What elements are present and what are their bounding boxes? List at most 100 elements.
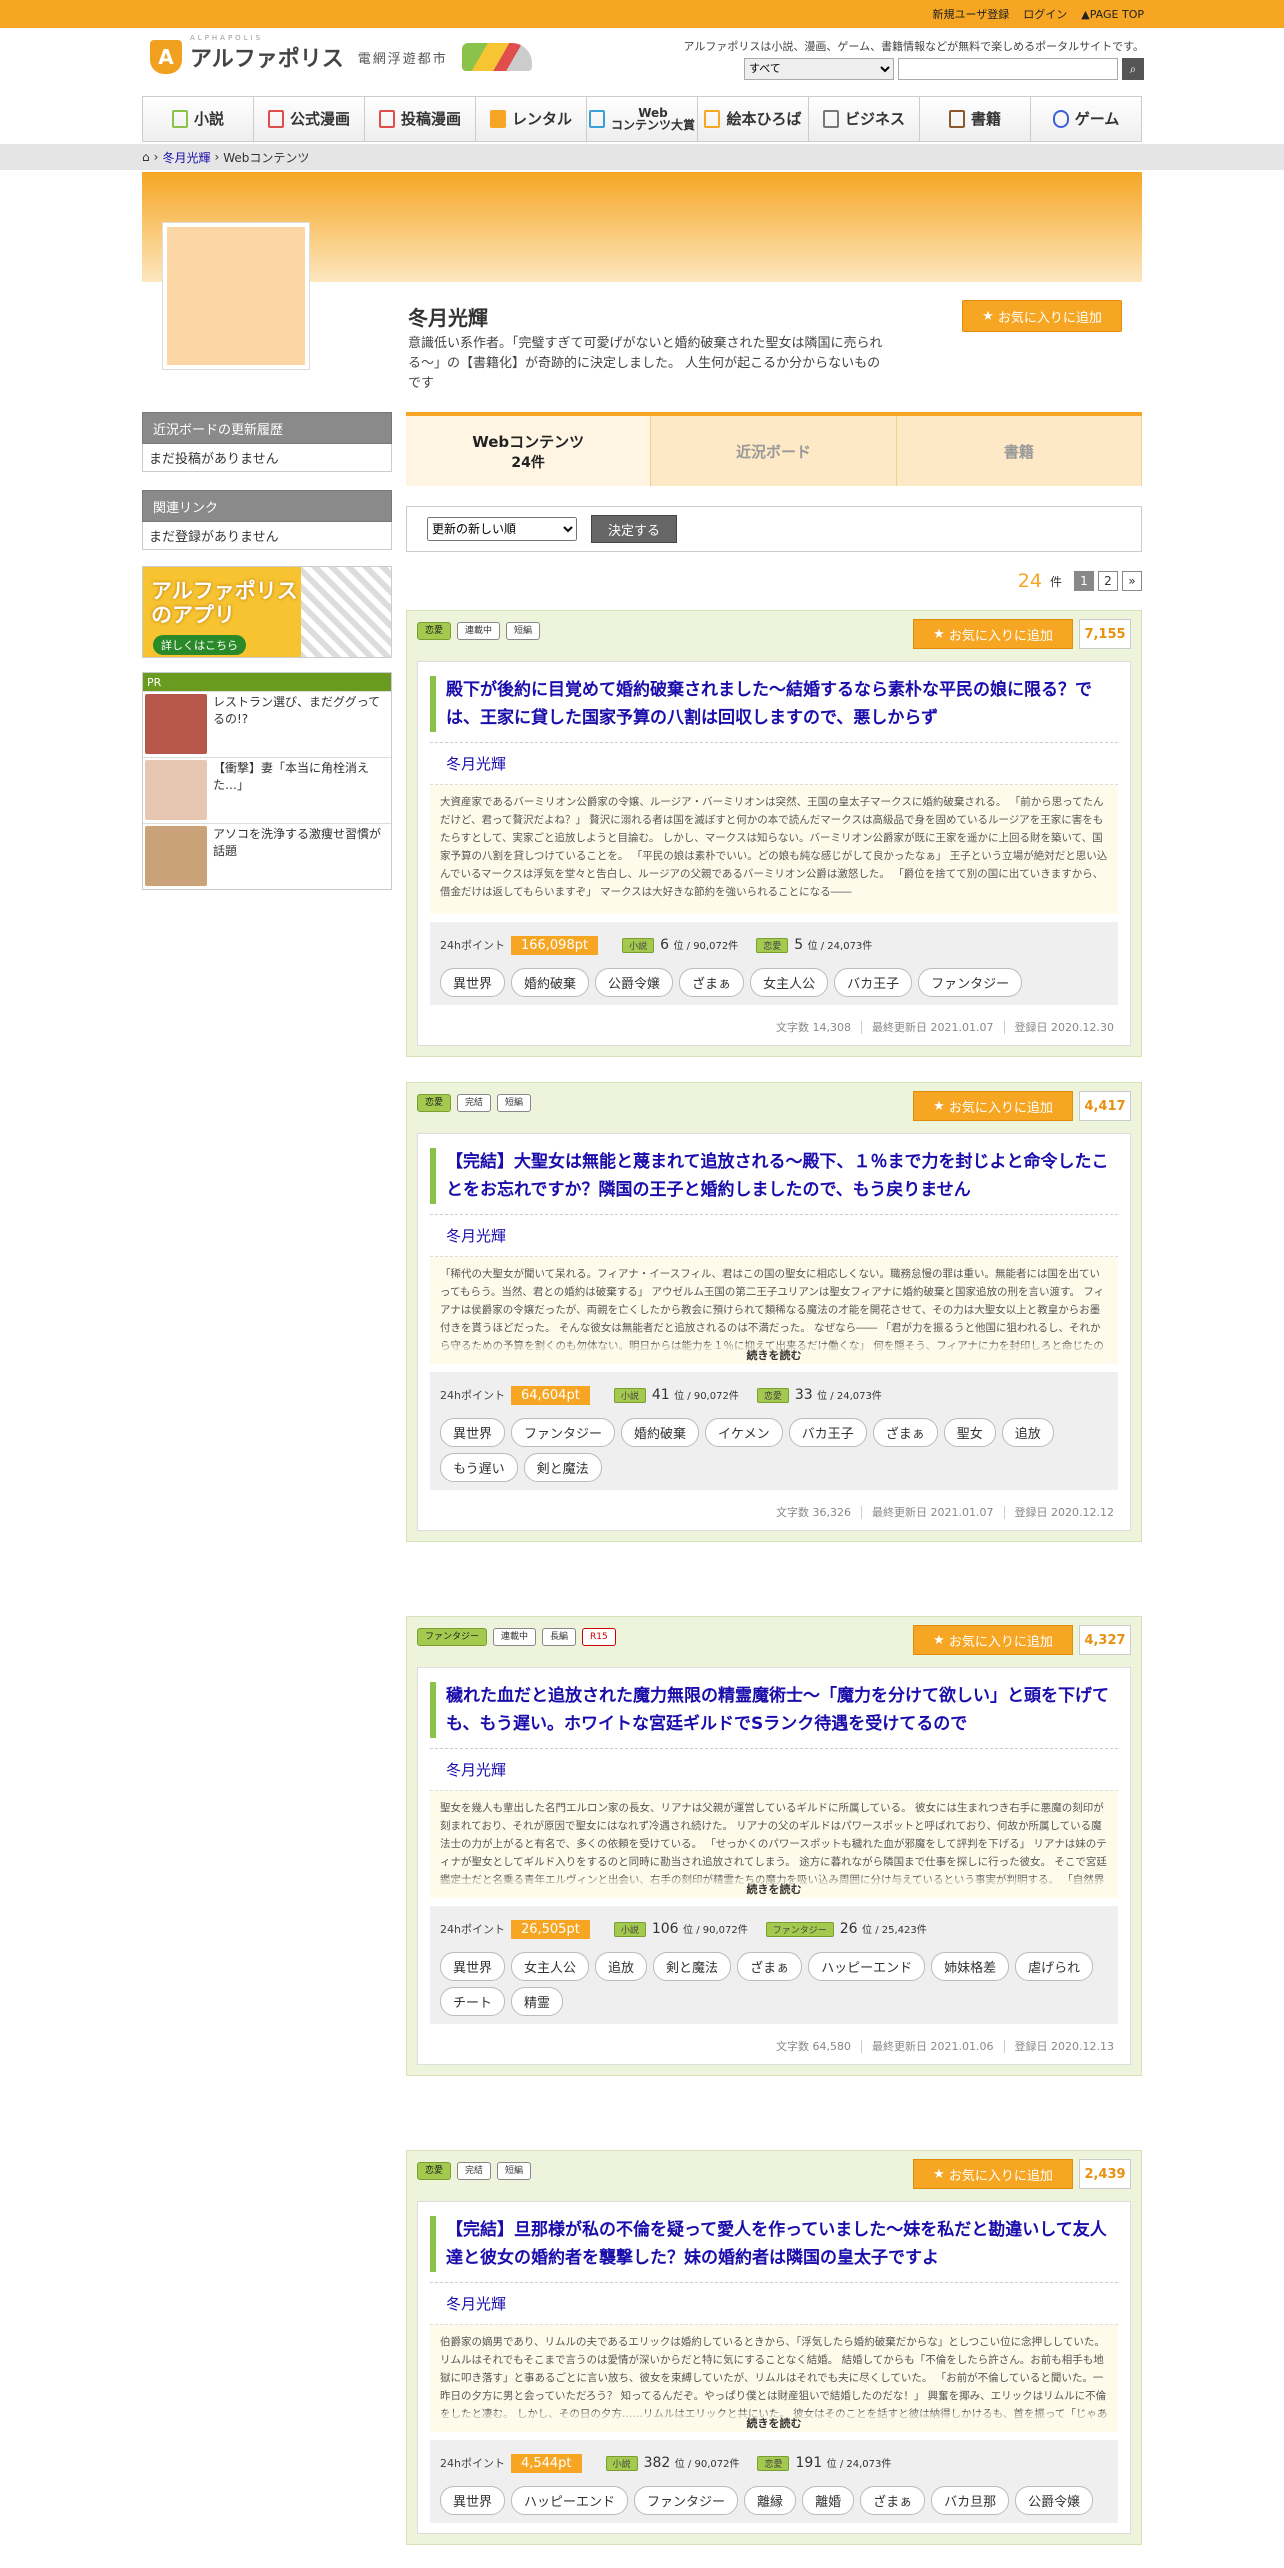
- keyword-tag[interactable]: バカ王子: [788, 1418, 867, 1447]
- keyword-tag[interactable]: 剣と魔法: [653, 1952, 732, 1981]
- work-title-link[interactable]: 殿下が後約に目覚めて婚約破棄されました〜結婚するなら素朴な平民の娘に限る？では、…: [446, 680, 1092, 728]
- work-author-link[interactable]: 冬月光輝: [430, 2282, 1118, 2314]
- pr-item[interactable]: 【衝撃】妻「本当に角栓消えた…」: [143, 757, 391, 823]
- nav-business[interactable]: ビジネス: [809, 97, 920, 141]
- work-title: 【完結】旦那様が私の不倫を疑って愛人を作っていました〜妹を私だと勘違いして友人達…: [430, 2216, 1118, 2272]
- keyword-tag[interactable]: 離婚: [802, 2486, 855, 2515]
- tab-board[interactable]: 近況ボード: [651, 416, 897, 486]
- pr-item[interactable]: アソコを洗浄する激痩せ習慣が話題: [143, 823, 391, 889]
- pr-item[interactable]: レストラン選び、まだググってるの!?: [143, 691, 391, 757]
- app-banner-link: 詳しくはこちら: [153, 635, 246, 655]
- keyword-tag[interactable]: ファンタジー: [634, 2486, 739, 2515]
- read-more-link[interactable]: 続きを読む: [430, 2412, 1118, 2432]
- app-banner-title: アルファポリスのアプリ: [151, 579, 298, 627]
- page-1[interactable]: 1: [1074, 571, 1094, 591]
- work-stats: 24hポイント 4,544pt 小説 382 位 / 90,072件 恋愛 19…: [430, 2440, 1118, 2523]
- work-author-link[interactable]: 冬月光輝: [430, 742, 1118, 774]
- add-favorite-button[interactable]: ★ お気に入りに追加: [913, 2159, 1073, 2189]
- pager: 24 件 1 2 »: [1018, 570, 1142, 592]
- work-author-link[interactable]: 冬月光輝: [430, 1214, 1118, 1246]
- keyword-tag[interactable]: イケメン: [705, 1418, 783, 1447]
- sort-select[interactable]: 更新の新しい順: [427, 517, 577, 541]
- keyword-tag[interactable]: 虐げられ: [1015, 1952, 1094, 1981]
- read-more-link[interactable]: 続きを読む: [430, 1344, 1118, 1364]
- user-name: 冬月光輝: [408, 306, 488, 330]
- add-favorite-button[interactable]: ★ お気に入りに追加: [913, 1091, 1073, 1121]
- keyword-tag[interactable]: 女主人公: [750, 968, 829, 997]
- last-updated: 最終更新日 2021.01.07: [861, 1506, 994, 1519]
- keyword-tag[interactable]: バカ王子: [834, 968, 913, 997]
- keyword-tag[interactable]: ファンタジー: [511, 1418, 616, 1447]
- site-logo[interactable]: A ALPHAPOLIS アルファポリス 電網浮遊都市: [150, 34, 532, 74]
- nav-books[interactable]: 書籍: [920, 97, 1031, 141]
- nav-official-manga[interactable]: 公式漫画: [254, 97, 365, 141]
- keyword-tag[interactable]: 異世界: [440, 1952, 506, 1981]
- nav-web-contents-award[interactable]: Web コンテンツ大賞: [587, 97, 698, 141]
- keyword-tag[interactable]: 異世界: [440, 2486, 506, 2515]
- work-title-link[interactable]: 穢れた血だと追放された魔力無限の精霊魔術士〜「魔力を分けて欲しい」と頭を下げても…: [446, 1686, 1109, 1734]
- page-top-link[interactable]: ▲PAGE TOP: [1081, 8, 1144, 21]
- keyword-tag[interactable]: 追放: [1001, 1418, 1054, 1447]
- add-favorite-button[interactable]: ★ お気に入りに追加: [913, 1625, 1073, 1655]
- keyword-tag[interactable]: 追放: [595, 1952, 648, 1981]
- keyword-list: 異世界 ファンタジー 婚約破棄 イケメン バカ王子 ざまぁ 聖女 追放もう遅い 剣と魔法: [440, 1418, 1108, 1482]
- breadcrumb-user-link[interactable]: 冬月光輝: [162, 149, 210, 166]
- keyword-tag[interactable]: 異世界: [440, 968, 506, 997]
- tab-books[interactable]: 書籍: [896, 416, 1142, 486]
- nav-user-manga[interactable]: 投稿漫画: [365, 97, 476, 141]
- keyword-tag[interactable]: ハッピーエンド: [808, 1952, 926, 1981]
- keyword-tag[interactable]: 離縁: [744, 2486, 797, 2515]
- keyword-tag[interactable]: 精霊: [511, 1987, 564, 2016]
- sidebar-board-title: 近況ボードの更新履歴: [142, 412, 392, 444]
- search-category-select[interactable]: すべて: [744, 58, 894, 80]
- keyword-tag[interactable]: ざまぁ: [737, 1952, 803, 1981]
- search-input[interactable]: [898, 58, 1118, 80]
- next-page[interactable]: »: [1122, 571, 1142, 591]
- tab-web-contents[interactable]: Webコンテンツ 24件: [406, 416, 652, 486]
- nav-picture-book[interactable]: 絵本ひろば: [698, 97, 809, 141]
- keyword-tag[interactable]: もう遅い: [440, 1453, 518, 1482]
- favorite-count: 7,155: [1079, 619, 1131, 649]
- work-summary: 大資産家であるバーミリオン公爵家の令嬢、ルージア・バーミリオンは突然、王国の皇太…: [430, 784, 1118, 914]
- login-link[interactable]: ログイン: [1023, 6, 1067, 22]
- work-title-link[interactable]: 【完結】大聖女は無能と蔑まれて追放される〜殿下、１％まで力を封じよと命令したこと…: [446, 1152, 1109, 1200]
- keyword-tag[interactable]: 女主人公: [511, 1952, 590, 1981]
- keyword-tag[interactable]: 婚約破棄: [511, 968, 590, 997]
- keyword-tag[interactable]: 異世界: [440, 1418, 506, 1447]
- keyword-tag[interactable]: ハッピーエンド: [511, 2486, 629, 2515]
- work-title-link[interactable]: 【完結】旦那様が私の不倫を疑って愛人を作っていました〜妹を私だと勘違いして友人達…: [446, 2220, 1107, 2268]
- sort-submit-button[interactable]: 決定する: [591, 515, 677, 543]
- home-icon[interactable]: ⌂: [142, 150, 150, 164]
- work-stats: 24hポイント 64,604pt 小説 41 位 / 90,072件 恋愛 33…: [430, 1372, 1118, 1490]
- keyword-tag[interactable]: 聖女: [943, 1418, 996, 1447]
- keyword-tag[interactable]: ざまぁ: [872, 1418, 938, 1447]
- work-title: 殿下が後約に目覚めて婚約破棄されました〜結婚するなら素朴な平民の娘に限る？では、…: [430, 676, 1118, 732]
- add-favorite-button[interactable]: ★ お気に入りに追加: [913, 619, 1073, 649]
- work-author-link[interactable]: 冬月光輝: [430, 1748, 1118, 1780]
- registered-date: 登録日 2020.12.30: [1003, 1021, 1114, 1034]
- sidebar-board-empty: まだ投稿がありません: [142, 444, 392, 472]
- app-banner[interactable]: アルファポリスのアプリ 詳しくはこちら: [142, 566, 392, 658]
- keyword-tag[interactable]: 姉妹格差: [931, 1952, 1010, 1981]
- keyword-tag[interactable]: 公爵令嬢: [1015, 2486, 1094, 2515]
- keyword-tag[interactable]: ファンタジー: [918, 968, 1023, 997]
- keyword-tag[interactable]: ざまぁ: [679, 968, 745, 997]
- keyword-tag[interactable]: バカ旦那: [931, 2486, 1010, 2515]
- register-link[interactable]: 新規ユーザ登録: [933, 6, 1010, 22]
- nav-game[interactable]: ゲーム: [1031, 97, 1141, 141]
- add-favorite-author-button[interactable]: ★ お気に入りに追加: [962, 300, 1122, 332]
- read-more-link[interactable]: 続きを読む: [430, 1878, 1118, 1898]
- keyword-tag[interactable]: チート: [440, 1987, 506, 2016]
- registered-date: 登録日 2020.12.13: [1003, 2040, 1114, 2053]
- page-2[interactable]: 2: [1098, 571, 1118, 591]
- work-title: 【完結】大聖女は無能と蔑まれて追放される〜殿下、１％まで力を封じよと命令したこと…: [430, 1148, 1118, 1204]
- keyword-tag[interactable]: 公爵令嬢: [595, 968, 674, 997]
- keyword-tag[interactable]: ざまぁ: [860, 2486, 926, 2515]
- nav-novel[interactable]: 小説: [143, 97, 254, 141]
- work-tag: 短編: [497, 2162, 532, 2180]
- nav-rental[interactable]: レンタル: [476, 97, 587, 141]
- star-icon: ★: [933, 1632, 949, 1648]
- keyword-tag[interactable]: 剣と魔法: [523, 1453, 602, 1482]
- search-icon[interactable]: ⌕: [1122, 58, 1144, 80]
- keyword-tag[interactable]: 婚約破棄: [621, 1418, 700, 1447]
